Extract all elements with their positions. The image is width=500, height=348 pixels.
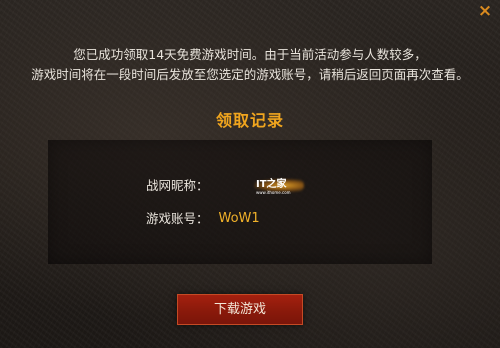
notice-message: 您已成功领取14天免费游戏时间。由于当前活动参与人数较多， 游戏时间将在一段时间… xyxy=(0,45,500,85)
nickname-value: IT之家 www.ithome.com xyxy=(252,175,308,195)
account-value: WoW1 xyxy=(218,210,260,226)
claim-record-title: 领取记录 xyxy=(215,111,284,130)
account-label: 游戏账号： xyxy=(146,210,209,226)
notice-line-1: 您已成功领取14天免费游戏时间。由于当前活动参与人数较多， xyxy=(73,47,427,62)
notice-line-2: 游戏时间将在一段时间后发放至您选定的游戏账号，请稍后返回页面再次查看。 xyxy=(31,67,469,82)
nickname-label: 战网昵称： xyxy=(146,177,209,193)
nickname-row: 战网昵称： IT之家 www.ithome.com xyxy=(146,175,304,195)
download-game-button[interactable]: 下载游戏 xyxy=(177,294,303,325)
watermark-url: www.ithome.com xyxy=(256,190,291,195)
account-row: 游戏账号： WoW1 xyxy=(146,208,260,228)
claim-record-panel: 战网昵称： IT之家 www.ithome.com 游戏账号： WoW1 xyxy=(48,140,432,264)
close-icon[interactable]: × xyxy=(476,2,494,20)
